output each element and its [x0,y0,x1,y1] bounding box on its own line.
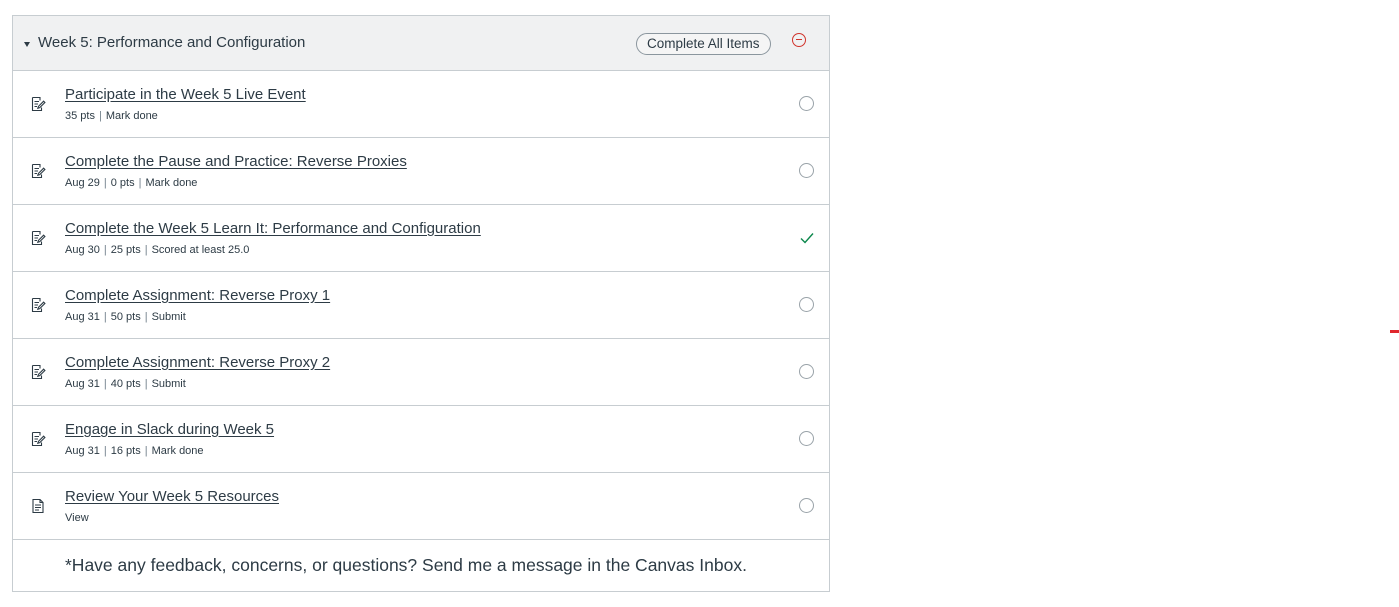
module-item-detail: Mark done [105,110,158,122]
details-separator: | [103,311,107,323]
module-item-title-link[interactable]: Review Your Week 5 Resources [65,488,279,506]
module-item-detail: Scored at least 25.0 [151,244,250,256]
module-item[interactable]: Participate in the Week 5 Live Event 35 p… [13,71,829,138]
module-item-detail: 16 pts [110,445,141,457]
module-item-detail: Submit [151,378,186,390]
module-item[interactable]: Review Your Week 5 Resources View [13,473,829,540]
module-item-details: 35 pts | Mark done [65,109,158,123]
module-item-detail: Aug 31 [65,311,100,323]
details-separator: | [103,177,107,189]
module-item-detail: 0 pts [110,177,135,189]
module-title: Week 5: Performance and Configuration [38,34,306,51]
feedback-note: *Have any feedback, concerns, or questio… [65,555,747,575]
module-item-detail: 40 pts [110,378,141,390]
details-separator: | [144,378,148,390]
module-item-detail: Aug 31 [65,445,100,457]
module-item-detail: 35 pts [65,110,95,122]
completed-check-icon [798,229,816,247]
module-item-detail: 50 pts [110,311,141,323]
module-item-detail: Mark done [145,177,198,189]
incomplete-requirement-icon [799,297,814,312]
incomplete-requirement-icon [799,431,814,446]
incomplete-requirement-icon [799,163,814,178]
module-footer: *Have any feedback, concerns, or questio… [13,540,829,591]
incomplete-requirement-icon [799,96,814,111]
module-items-list: Participate in the Week 5 Live Event 35 p… [13,71,829,540]
module-item-details: Aug 31 | 50 pts | Submit [65,310,186,324]
assignment-icon [30,431,46,447]
module-header[interactable]: Week 5: Performance and Configuration Co… [13,16,829,71]
module-item[interactable]: Complete Assignment: Reverse Proxy 2 Aug … [13,339,829,406]
details-separator: | [144,445,148,457]
assignment-icon [30,364,46,380]
module-item[interactable]: Complete the Week 5 Learn It: Performanc… [13,205,829,272]
module-item-title-link[interactable]: Complete the Pause and Practice: Reverse… [65,153,407,171]
complete-all-items-button[interactable]: Complete All Items [636,33,771,55]
details-separator: | [103,445,107,457]
module-item-title-link[interactable]: Complete the Week 5 Learn It: Performanc… [65,220,481,238]
assignment-icon [30,163,46,179]
details-separator: | [144,244,148,256]
red-edge-mark [1390,330,1399,333]
module-item-detail: View [65,512,89,524]
module-item[interactable]: Complete Assignment: Reverse Proxy 1 Aug … [13,272,829,339]
module-item-title-link[interactable]: Complete Assignment: Reverse Proxy 2 [65,354,330,372]
incomplete-requirement-icon [799,364,814,379]
module-item-details: Aug 29 | 0 pts | Mark done [65,176,197,190]
module-item-detail: Aug 30 [65,244,100,256]
incomplete-circle-icon [792,33,806,47]
module-item-details: Aug 30 | 25 pts | Scored at least 25.0 [65,243,249,257]
assignment-icon [30,96,46,112]
assignment-icon [30,230,46,246]
details-separator: | [98,110,102,122]
module-item-title-link[interactable]: Engage in Slack during Week 5 [65,421,274,439]
module-item-detail: Submit [151,311,186,323]
module-item-detail: 25 pts [110,244,141,256]
incomplete-requirement-icon [799,498,814,513]
details-separator: | [144,311,148,323]
assignment-icon [30,297,46,313]
module-item[interactable]: Complete the Pause and Practice: Reverse… [13,138,829,205]
module-item-detail: Aug 29 [65,177,100,189]
module-item-details: View [65,511,89,525]
module-item-detail: Aug 31 [65,378,100,390]
module-item-detail: Mark done [151,445,204,457]
module-item-title-link[interactable]: Participate in the Week 5 Live Event [65,86,306,104]
caret-down-icon[interactable] [24,42,30,47]
module-item-title-link[interactable]: Complete Assignment: Reverse Proxy 1 [65,287,330,305]
page-icon [30,498,46,514]
module-item[interactable]: Engage in Slack during Week 5 Aug 31 | 16 p… [13,406,829,473]
module-item-details: Aug 31 | 16 pts | Mark done [65,444,204,458]
details-separator: | [103,244,107,256]
module-week-5: Week 5: Performance and Configuration Co… [12,15,830,592]
details-separator: | [103,378,107,390]
module-item-details: Aug 31 | 40 pts | Submit [65,377,186,391]
details-separator: | [138,177,142,189]
